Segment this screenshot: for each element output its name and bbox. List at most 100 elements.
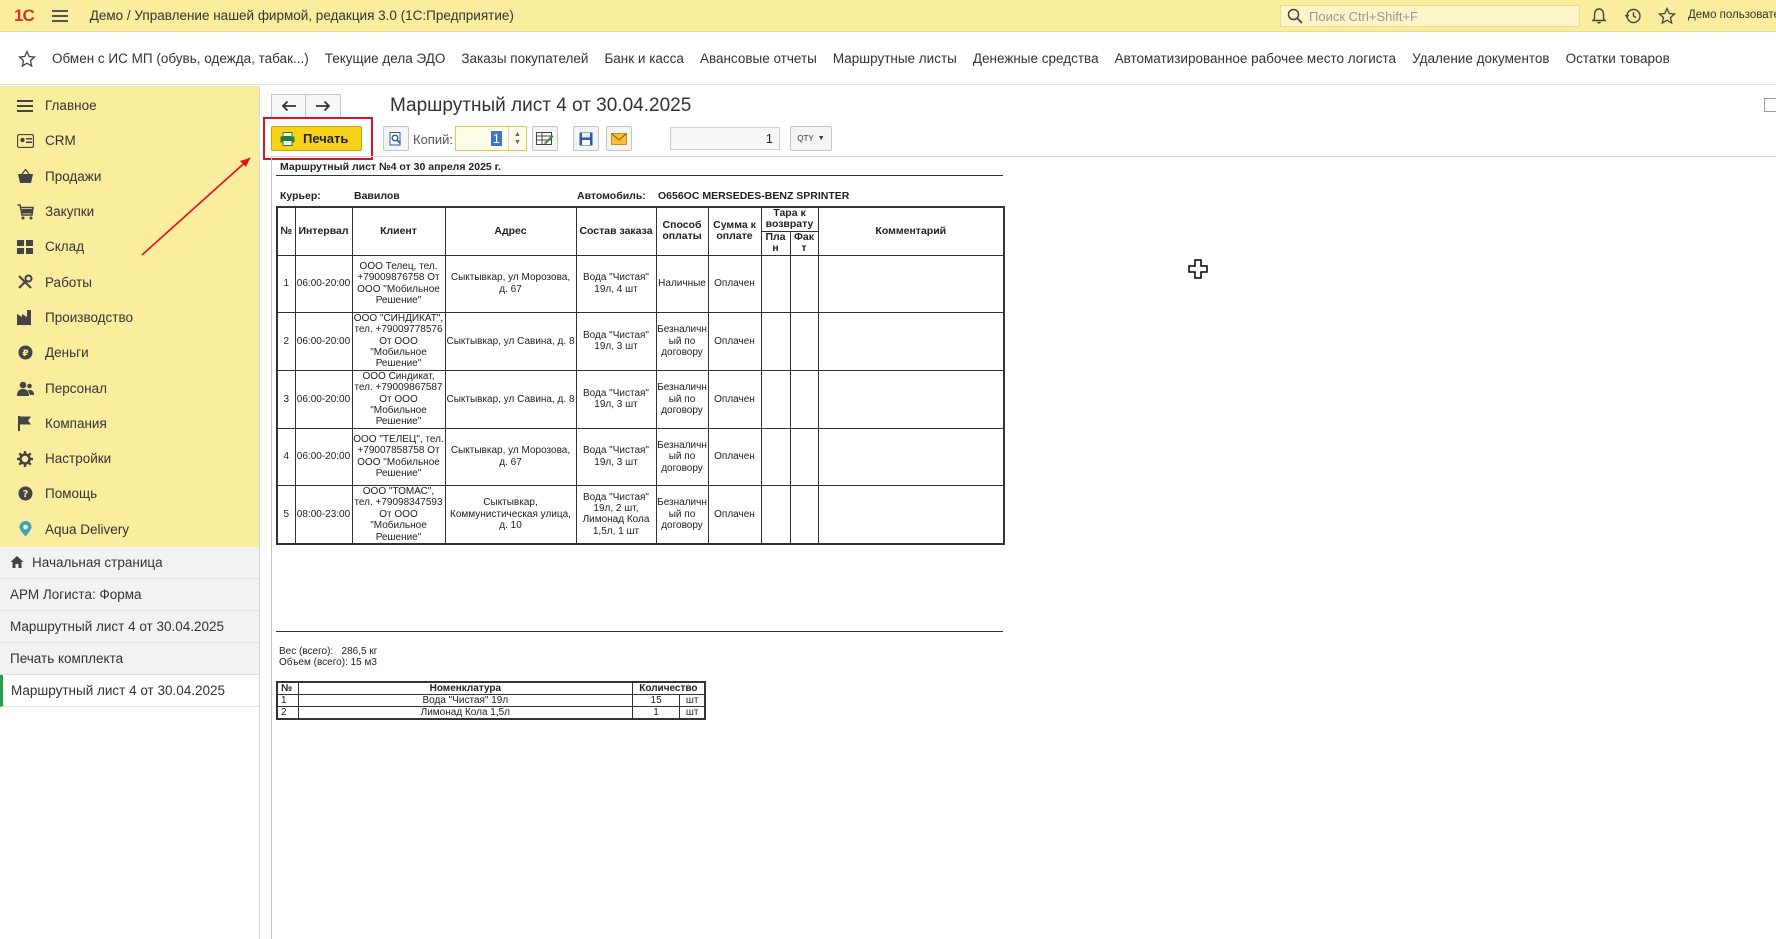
global-search-input[interactable]: Поиск Ctrl+Shift+F <box>1280 5 1580 27</box>
sidebar-item-label: Закупки <box>45 204 95 220</box>
send-email-button[interactable] <box>606 126 632 151</box>
sidebar-item-staff[interactable]: Персонал <box>0 370 259 405</box>
open-window-label: Начальная страница <box>32 554 163 570</box>
open-window-item[interactable]: АРМ Логиста: Форма <box>0 579 259 611</box>
cell-sum: Оплачен <box>707 427 762 486</box>
floppy-disk-icon <box>579 132 593 145</box>
favorite-link[interactable]: Маршрутные листы <box>833 51 957 66</box>
arrow-left-icon <box>281 100 296 112</box>
print-button[interactable]: Печать <box>271 126 362 151</box>
open-window-home[interactable]: Начальная страница <box>0 547 259 579</box>
favorites-star-icon[interactable] <box>18 49 36 68</box>
cell-interval: 06:00-20:00 <box>294 254 353 313</box>
favorite-link[interactable]: Обмен с ИС МП (обувь, одежда, табак...) <box>52 51 309 66</box>
column-header: Пла н <box>760 230 791 256</box>
cell-payment: Наличные <box>655 254 709 313</box>
sidebar: Главное CRM Продажи Закупки Склад Работы… <box>0 86 260 939</box>
edit-layout-button[interactable] <box>532 126 558 151</box>
open-window-item-active[interactable]: Маршрутный лист 4 от 30.04.2025 <box>0 674 259 707</box>
favorite-link[interactable]: Удаление документов <box>1412 51 1550 66</box>
back-button[interactable] <box>271 94 306 118</box>
title-bar: 1С Демо / Управление нашей фирмой, редак… <box>0 0 1776 32</box>
cell-address: Сыктывкар, ул Савина, д. 8 <box>444 311 577 371</box>
sidebar-item-label: Главное <box>45 98 97 114</box>
page-count-field[interactable]: 1 <box>670 127 780 150</box>
cell-sum: Оплачен <box>707 484 762 545</box>
search-icon <box>1287 8 1303 24</box>
cell-order: Вода "Чистая" 19л, 3 шт <box>575 369 657 429</box>
envelope-icon <box>611 132 627 145</box>
courier-label: Курьер: <box>280 190 321 202</box>
sidebar-item-works[interactable]: Работы <box>0 264 259 299</box>
favorite-link[interactable]: Текущие дела ЭДО <box>325 51 446 66</box>
home-icon <box>10 556 24 569</box>
sidebar-item-label: Персонал <box>45 380 107 396</box>
open-window-label: АРМ Логиста: Форма <box>10 586 142 602</box>
sidebar-item-sales[interactable]: Продажи <box>0 159 259 194</box>
cell-comment <box>817 311 1005 371</box>
copies-input[interactable]: 1 ▲ ▼ <box>455 126 527 151</box>
sidebar-item-warehouse[interactable]: Склад <box>0 229 259 264</box>
sidebar-item-purchases[interactable]: Закупки <box>0 194 259 229</box>
favorite-link[interactable]: Авансовые отчеты <box>700 51 817 66</box>
sidebar-item-company[interactable]: Компания <box>0 406 259 441</box>
open-windows-list: Начальная страница АРМ Логиста: Форма Ма… <box>0 546 259 707</box>
sidebar-item-money[interactable]: ₽ Деньги <box>0 335 259 370</box>
current-user[interactable]: Демо пользовате <box>1688 9 1776 21</box>
cell-sum: Оплачен <box>707 369 762 429</box>
favorites-star-icon[interactable] <box>1658 7 1676 25</box>
cell-plan <box>760 369 791 429</box>
svg-text:?: ? <box>22 490 28 501</box>
arrow-right-icon <box>316 100 331 112</box>
page-title: Маршрутный лист 4 от 30.04.2025 <box>390 95 692 116</box>
qty-menu-button[interactable]: QTY ▼ <box>790 126 832 151</box>
bell-icon[interactable] <box>1590 7 1608 25</box>
column-header: № <box>276 206 296 256</box>
column-header: Состав заказа <box>575 206 657 256</box>
history-icon[interactable] <box>1624 7 1642 25</box>
table-row: 3 06:00-20:00 ООО Синдикат, тел. +790098… <box>276 369 1005 429</box>
help-icon: ? <box>16 485 34 503</box>
cell-unit: шт <box>679 706 706 720</box>
copies-stepper[interactable]: ▲ ▼ <box>508 127 526 150</box>
gear-icon <box>16 450 34 468</box>
preview-button[interactable] <box>383 126 409 151</box>
main-menu-icon[interactable] <box>51 9 68 22</box>
sidebar-item-crm[interactable]: CRM <box>0 123 259 158</box>
open-window-item[interactable]: Печать комплекта <box>0 643 259 675</box>
cell-interval: 06:00-20:00 <box>294 427 353 486</box>
cell-num: 1 <box>276 254 296 313</box>
column-header: № <box>276 681 299 695</box>
forward-button[interactable] <box>306 94 341 118</box>
open-window-label: Печать комплекта <box>10 650 124 666</box>
printer-icon <box>280 131 295 146</box>
app-logo[interactable]: 1С <box>14 6 35 26</box>
favorite-link[interactable]: Остатки товаров <box>1566 51 1670 66</box>
sidebar-item-main[interactable]: Главное <box>0 88 259 123</box>
sidebar-item-production[interactable]: Производство <box>0 300 259 335</box>
save-button[interactable] <box>573 126 599 151</box>
sidebar-item-settings[interactable]: Настройки <box>0 441 259 476</box>
table-row: 1 Вода "Чистая" 19л 15 шт <box>276 694 706 707</box>
sidebar-item-label: Производство <box>45 309 134 325</box>
favorite-link[interactable]: Автоматизированное рабочее место логиста <box>1115 51 1396 66</box>
svg-text:₽: ₽ <box>22 349 28 359</box>
column-header: Номенклатура <box>297 681 633 695</box>
cell-num: 5 <box>276 484 296 545</box>
cell-qty: 15 <box>631 694 681 707</box>
favorite-link[interactable]: Заказы покупателей <box>461 51 588 66</box>
sidebar-item-aqua-delivery[interactable]: Aqua Delivery <box>0 512 259 547</box>
cell-name: Вода "Чистая" 19л <box>297 694 633 707</box>
mouse-cursor-icon <box>1188 259 1208 279</box>
sidebar-item-help[interactable]: ? Помощь <box>0 476 259 511</box>
cell-fact <box>789 311 819 371</box>
favorite-link[interactable]: Банк и касса <box>604 51 684 66</box>
report-title: Маршрутный лист №4 от 30 апреля 2025 г. <box>280 161 501 173</box>
favorite-link[interactable]: Денежные средства <box>973 51 1099 66</box>
cell-fact <box>789 484 819 545</box>
chevron-down-icon: ▼ <box>817 135 825 142</box>
column-header: Адрес <box>444 206 577 256</box>
cell-unit: шт <box>679 694 706 707</box>
open-window-item[interactable]: Маршрутный лист 4 от 30.04.2025 <box>0 611 259 643</box>
window-options-icon[interactable] <box>1764 98 1776 112</box>
